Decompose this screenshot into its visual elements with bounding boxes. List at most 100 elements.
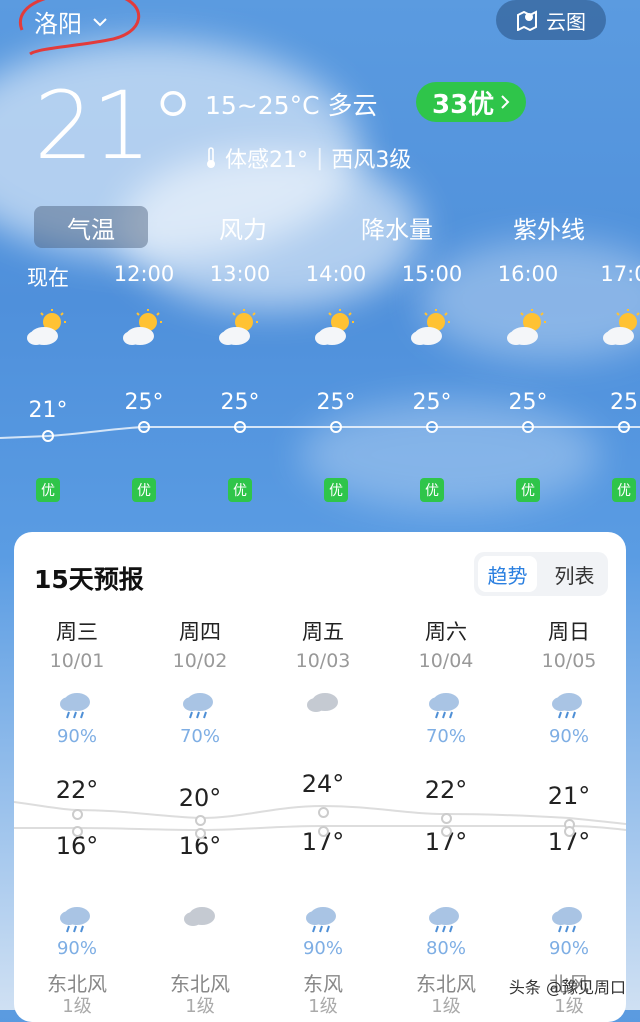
city-selector[interactable]: 洛阳 (34, 4, 108, 39)
partly-cloudy-icon (296, 308, 376, 348)
hour-time: 现在 (27, 266, 69, 290)
hour-temp: 25 (610, 390, 638, 415)
hour-temp: 25° (508, 390, 548, 415)
night-precip-chance: 80% (425, 938, 466, 959)
high-dot (72, 809, 83, 820)
toggle-trend[interactable]: 趋势 (478, 556, 537, 592)
hour-aqi-badge: 优 (612, 478, 636, 502)
rain-icon (16, 688, 138, 722)
divider: | (316, 145, 324, 171)
rain-icon (385, 902, 507, 936)
high-dot (195, 815, 206, 826)
map-icon (517, 10, 537, 31)
toggle-list[interactable]: 列表 (545, 556, 604, 592)
rain-icon (508, 902, 630, 936)
hour-aqi-badge: 优 (132, 478, 156, 502)
rain-icon (16, 902, 138, 936)
hour-aqi-badge: 优 (324, 478, 348, 502)
forecast-card: 15天预报 趋势 列表 周三 10/01 90% 22° 16° 90% 东北风… (14, 532, 626, 1022)
rain-icon (385, 688, 507, 722)
day-weekday: 周四 (179, 620, 221, 644)
low-dot (318, 826, 329, 837)
tab-precipitation[interactable]: 降水量 (340, 206, 454, 248)
day-date: 10/01 (49, 650, 105, 672)
day-wind-level: 1级 (308, 996, 338, 1017)
hour-time: 12:00 (113, 262, 175, 286)
temp-range-condition: 15~25°C 多云 (205, 91, 378, 120)
tab-temperature[interactable]: 气温 (34, 206, 148, 248)
cloud-map-label: 云图 (546, 9, 586, 34)
night-precip-chance: 90% (548, 938, 589, 959)
hourly-tabs: 气温 风力 降水量 紫外线 (0, 206, 640, 250)
low-dot (72, 826, 83, 837)
thermometer-icon (207, 147, 215, 168)
partly-cloudy-icon (8, 308, 88, 348)
day-date: 10/03 (295, 650, 351, 672)
day-weekday: 周五 (302, 620, 344, 644)
day-high: 22° (424, 776, 468, 804)
day-high: 20° (178, 784, 222, 812)
day-wind-level: 1级 (62, 996, 92, 1017)
hour-time: 15:00 (401, 262, 463, 286)
day-wind-level: 1级 (431, 996, 461, 1017)
cloud-icon (139, 902, 261, 936)
hour-temp: 25° (412, 390, 452, 415)
partly-cloudy-icon (392, 308, 472, 348)
low-dot (564, 826, 575, 837)
day-precip-chance: 90% (56, 726, 97, 747)
view-toggle: 趋势 列表 (474, 552, 608, 596)
hourly-temp-line (0, 426, 640, 439)
day-precip-chance: 70% (425, 726, 466, 747)
day-high: 22° (55, 776, 99, 804)
hour-aqi-badge: 优 (228, 478, 252, 502)
chevron-down-icon (93, 17, 107, 26)
day-date: 10/05 (541, 650, 597, 672)
tab-wind[interactable]: 风力 (186, 206, 300, 248)
chevron-right-icon (501, 95, 510, 109)
hour-aqi-badge: 优 (516, 478, 540, 502)
tab-uv[interactable]: 紫外线 (492, 206, 606, 248)
aqi-badge[interactable]: 33优 (416, 82, 527, 122)
partly-cloudy-icon (584, 308, 640, 348)
rain-icon (508, 688, 630, 722)
low-dot (195, 828, 206, 839)
high-dot (441, 813, 452, 824)
cloud-map-button[interactable]: 云图 (496, 0, 606, 40)
feels-like-row: 体感21° | 西风3级 (205, 142, 411, 174)
partly-cloudy-icon (200, 308, 280, 348)
low-dot (441, 826, 452, 837)
partly-cloudy-icon (488, 308, 568, 348)
forecast-title: 15天预报 (34, 565, 144, 594)
city-name: 洛阳 (34, 10, 82, 38)
day-high: 21° (547, 782, 591, 810)
partly-cloudy-icon (104, 308, 184, 348)
hour-time: 13:00 (209, 262, 271, 286)
hour-time: 14:00 (305, 262, 367, 286)
day-date: 10/04 (418, 650, 474, 672)
hour-aqi-badge: 优 (36, 478, 60, 502)
hour-aqi-badge: 优 (420, 478, 444, 502)
day-precip-chance: 70% (179, 726, 220, 747)
high-dot (318, 807, 329, 818)
night-precip-chance: 90% (302, 938, 343, 959)
rain-icon (139, 688, 261, 722)
day-date: 10/02 (172, 650, 228, 672)
hour-temp: 25° (220, 390, 260, 415)
day-weekday: 周日 (548, 620, 590, 644)
day-wind-level: 1级 (185, 996, 215, 1017)
rain-icon (262, 902, 384, 936)
wind-info: 西风3级 (331, 148, 412, 173)
day-weekday: 周三 (56, 620, 98, 644)
hour-temp: 25° (124, 390, 164, 415)
cloud-icon (262, 688, 384, 722)
day-precip-chance: 90% (548, 726, 589, 747)
aqi-value: 33优 (432, 89, 495, 120)
current-temperature: 21° (34, 72, 197, 181)
hour-time: 16:00 (497, 262, 559, 286)
hour-time: 17:0 (600, 262, 640, 286)
hour-temp: 25° (316, 390, 356, 415)
day-high: 24° (301, 770, 345, 798)
watermark: 头条 @豫见周口 (508, 978, 626, 997)
feels-like: 体感21° (225, 148, 308, 173)
night-precip-chance: 90% (56, 938, 97, 959)
